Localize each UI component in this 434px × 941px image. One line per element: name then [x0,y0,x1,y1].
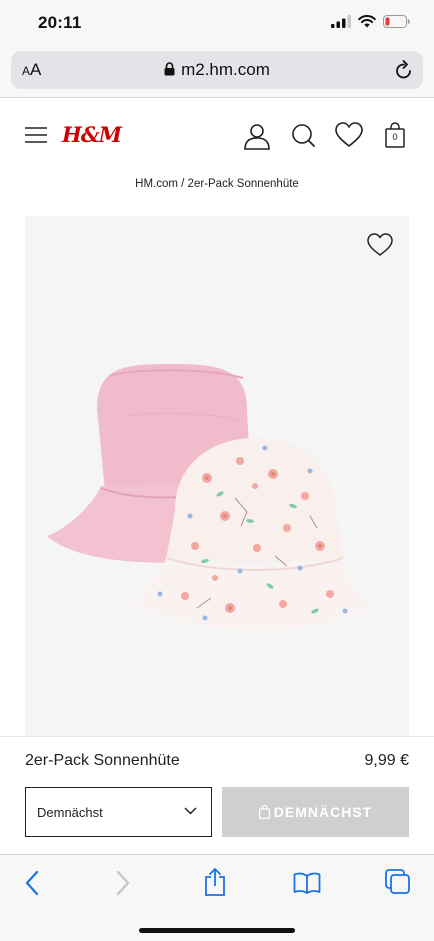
hamburger-menu-icon[interactable] [25,127,47,143]
lock-icon [164,62,175,76]
address-bar[interactable]: AA m2.hm.com [11,51,423,89]
bag-icon [258,805,270,819]
home-indicator [139,928,295,933]
site-header: H&M 0 [0,98,434,178]
size-select-value: Demnächst [37,805,103,820]
forward-arrow-icon[interactable] [115,870,131,896]
hm-logo[interactable]: H&M [62,122,122,147]
status-time: 20:11 [38,13,82,32]
product-price: 9,99 € [364,752,409,769]
status-icons [331,15,410,28]
search-icon[interactable] [291,122,317,150]
cellular-signal-icon [331,15,351,28]
sun-hats-illustration [47,364,370,631]
back-arrow-icon[interactable] [24,870,40,896]
account-icon[interactable] [243,122,271,150]
product-image[interactable] [25,216,409,736]
url-text: m2.hm.com [181,60,270,79]
add-to-favorites-icon[interactable] [367,233,393,257]
chevron-down-icon [184,807,197,815]
wifi-icon [358,15,376,28]
share-icon[interactable] [203,867,227,897]
breadcrumb[interactable]: HM.com / 2er-Pack Sonnenhüte [0,178,434,190]
bookmarks-icon[interactable] [293,872,321,894]
bag-count: 0 [392,132,398,142]
product-name: 2er-Pack Sonnenhüte [25,752,180,769]
browser-toolbar [0,854,434,941]
battery-low-icon [383,15,410,28]
add-to-bag-button[interactable]: DEMNÄCHST [222,787,409,837]
url-display[interactable]: m2.hm.com [11,60,423,80]
shopping-bag-button[interactable]: 0 [385,122,405,148]
browser-top-bar: AA m2.hm.com [0,46,434,98]
reload-icon[interactable] [395,60,413,80]
status-bar: 20:11 [0,0,434,46]
tabs-icon[interactable] [385,869,411,895]
favorites-heart-icon[interactable] [335,122,363,148]
size-select[interactable]: Demnächst [25,787,212,837]
add-to-bag-label: DEMNÄCHST [273,804,373,820]
purchase-bar: 2er-Pack Sonnenhüte 9,99 € Demnächst DEM… [0,736,434,854]
